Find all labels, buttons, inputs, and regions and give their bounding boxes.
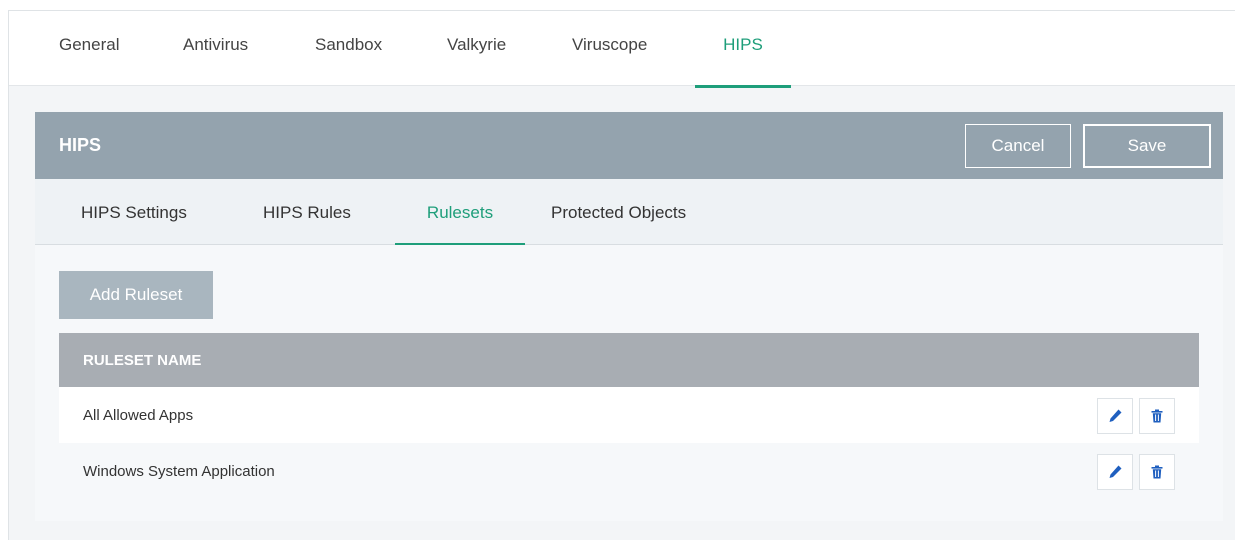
panel-title: HIPS [59, 135, 102, 155]
tab-viruscope[interactable]: Viruscope [572, 35, 647, 86]
edit-button[interactable] [1097, 398, 1133, 434]
panel-body: HIPS Settings HIPS Rules Rulesets Protec… [35, 179, 1223, 521]
cancel-button[interactable]: Cancel [965, 124, 1071, 168]
tab-label: HIPS Rules [263, 203, 351, 222]
policy-editor: General Antivirus Sandbox Valkyrie Virus… [8, 10, 1235, 540]
tab-sandbox[interactable]: Sandbox [315, 35, 382, 86]
tab-rulesets[interactable]: Rulesets [395, 203, 525, 246]
row-actions [1097, 454, 1175, 490]
tab-hips-rules[interactable]: HIPS Rules [263, 203, 351, 245]
active-tab-indicator [695, 85, 791, 88]
rulesets-table: RULESET NAME All Allowed Apps Windows Sy… [59, 333, 1199, 499]
trash-icon [1151, 409, 1163, 423]
tab-hips-settings[interactable]: HIPS Settings [81, 203, 187, 245]
table-row: Windows System Application [59, 443, 1199, 499]
edit-icon [1109, 465, 1122, 478]
tab-label: Sandbox [315, 35, 383, 54]
table-row: All Allowed Apps [59, 387, 1199, 443]
edit-button[interactable] [1097, 454, 1133, 490]
ruleset-name: All Allowed Apps [83, 406, 194, 424]
tab-valkyrie[interactable]: Valkyrie [447, 35, 506, 86]
tab-label: General [59, 35, 120, 54]
row-actions [1097, 398, 1175, 434]
tab-label: Protected Objects [551, 203, 687, 222]
tab-label: HIPS Settings [81, 203, 187, 222]
save-button[interactable]: Save [1083, 124, 1211, 168]
tab-label: Rulesets [426, 203, 494, 222]
trash-icon [1151, 465, 1163, 479]
tab-antivirus[interactable]: Antivirus [183, 35, 248, 86]
edit-icon [1109, 409, 1122, 422]
ruleset-name: Windows System Application [83, 462, 275, 480]
tab-protected-objects[interactable]: Protected Objects [551, 203, 686, 245]
tab-hips[interactable]: HIPS [695, 35, 791, 88]
delete-button[interactable] [1139, 454, 1175, 490]
column-header-ruleset-name: RULESET NAME [59, 333, 1199, 387]
delete-button[interactable] [1139, 398, 1175, 434]
tab-general[interactable]: General [59, 35, 119, 86]
rulesets-content: Add Ruleset RULESET NAME All Allowed App… [35, 245, 1223, 521]
tab-label: Antivirus [183, 35, 249, 54]
tab-label: HIPS [723, 35, 763, 54]
top-tab-bar: General Antivirus Sandbox Valkyrie Virus… [9, 11, 1235, 88]
tab-label: Valkyrie [447, 35, 507, 54]
add-ruleset-button[interactable]: Add Ruleset [59, 271, 213, 319]
sub-tab-bar: HIPS Settings HIPS Rules Rulesets Protec… [35, 179, 1223, 246]
panel-header: HIPS Cancel Save [35, 112, 1223, 179]
tab-label: Viruscope [572, 35, 648, 54]
